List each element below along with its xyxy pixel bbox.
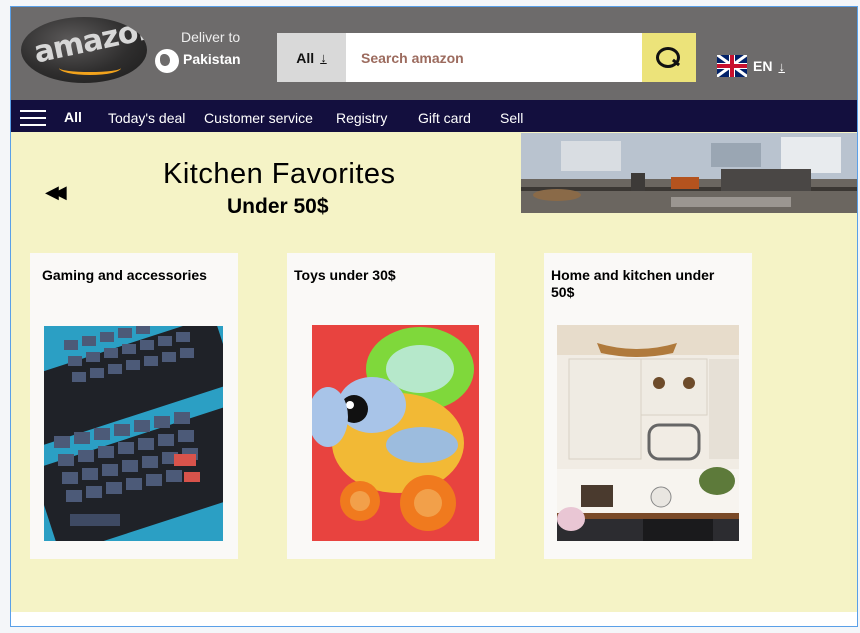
banner-subtitle: Under 50$ bbox=[227, 195, 329, 218]
product-card-toys[interactable]: Toys under 30$ bbox=[287, 253, 495, 559]
banner-title: Kitchen Favorites bbox=[163, 158, 396, 190]
product-card-home-kitchen[interactable]: Home and kitchen under 50$ bbox=[544, 253, 752, 559]
card-title: Home and kitchen under 50$ bbox=[551, 267, 715, 300]
nav-item-sell[interactable]: Sell bbox=[500, 110, 523, 126]
nav-item-customer-service[interactable]: Customer service bbox=[204, 110, 313, 126]
kitchen-image[interactable] bbox=[557, 325, 739, 541]
search-input[interactable] bbox=[346, 33, 642, 82]
amazon-logo[interactable]: amazon bbox=[21, 17, 147, 83]
top-header: amazon Deliver to Pakistan All ↓ EN ↓ bbox=[11, 7, 857, 100]
uk-flag-icon bbox=[717, 55, 747, 77]
toy-image[interactable] bbox=[312, 325, 479, 541]
search-bar: All ↓ bbox=[277, 33, 696, 82]
deliver-country: Pakistan bbox=[183, 51, 241, 67]
nav-item-gift-card[interactable]: Gift card bbox=[418, 110, 471, 126]
banner-kitchen-image[interactable] bbox=[521, 133, 857, 213]
card-title: Toys under 30$ bbox=[294, 267, 396, 283]
rewind-icon[interactable]: ◀◀ bbox=[45, 182, 67, 203]
search-icon bbox=[656, 46, 682, 69]
download-icon: ↓ bbox=[778, 58, 785, 74]
search-category-label: All bbox=[296, 49, 315, 66]
card-title: Gaming and accessories bbox=[42, 267, 207, 283]
language-selector[interactable]: EN ↓ bbox=[717, 55, 785, 77]
download-icon: ↓ bbox=[320, 50, 327, 65]
language-label: EN bbox=[753, 58, 773, 74]
main-content: ◀◀ Kitchen Favorites Under 50$ Gaming an… bbox=[11, 132, 857, 612]
nav-item-registry[interactable]: Registry bbox=[336, 110, 387, 126]
product-card-gaming[interactable]: Gaming and accessories bbox=[30, 253, 238, 559]
nav-all[interactable]: All bbox=[64, 109, 82, 125]
search-button[interactable] bbox=[642, 33, 696, 82]
globe-icon bbox=[155, 49, 179, 73]
logo-smile-icon bbox=[59, 61, 121, 75]
search-category-select[interactable]: All ↓ bbox=[277, 33, 346, 82]
keyboard-image[interactable] bbox=[44, 326, 223, 541]
nav-bar: All Today's deal Customer service Regist… bbox=[11, 100, 857, 132]
nav-item-todays-deal[interactable]: Today's deal bbox=[108, 110, 185, 126]
hamburger-icon[interactable] bbox=[20, 109, 46, 127]
deliver-label: Deliver to bbox=[181, 29, 241, 45]
bottom-strip bbox=[11, 612, 857, 626]
page-frame: amazon Deliver to Pakistan All ↓ EN ↓ bbox=[10, 6, 858, 627]
